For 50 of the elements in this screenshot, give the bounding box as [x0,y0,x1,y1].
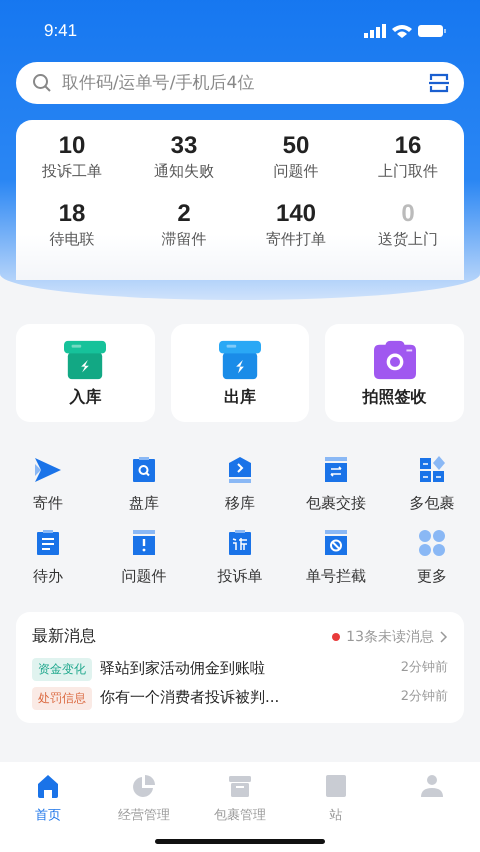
box-out-icon [216,338,263,380]
shortcut-button[interactable]: 投诉单 [192,527,288,586]
stat-label: 送货上门 [378,230,438,249]
stat-label: 寄件打单 [266,230,326,249]
tab[interactable]: 首页 [0,772,96,824]
stat-label: 问题件 [274,162,318,181]
message-tag: 资金变化 [32,658,92,681]
shortcut-button[interactable]: 寄件 [0,454,96,513]
stat-value[interactable]: 33 [170,132,198,160]
action-card[interactable]: 出库 [170,324,310,422]
chevron-icon [440,630,448,642]
stat-value[interactable]: 18 [58,200,86,228]
message-text[interactable]: 你有一个消费者投诉被判... [100,687,393,707]
search-field[interactable]: 取件码/运单号/手机后4位 [16,62,464,104]
stat-label: 滞留件 [162,230,206,249]
message-time: 2分钟前 [400,688,448,706]
shortcut-button[interactable]: 更多 [384,527,480,586]
stat-value[interactable]: 16 [394,132,422,160]
shortcut-button[interactable]: 待办 [0,527,96,586]
status-time: 9:41 [44,21,78,41]
wifi-icon [392,24,412,38]
scan-icon[interactable] [428,72,450,94]
stat-value[interactable]: 50 [282,132,310,160]
stat-label: 上门取件 [378,162,438,181]
shortcut-button[interactable]: 多包裹 [384,454,480,513]
messages-title: 最新消息 [32,626,96,647]
shortcut-button[interactable]: 盘库 [96,454,192,513]
shortcut-button[interactable]: 问题件 [96,527,192,586]
stat-value[interactable]: 2 [177,200,191,228]
pie-chart-icon [130,772,158,800]
stat-label: 通知失败 [154,162,214,181]
shortcut-button[interactable]: 移库 [192,454,288,513]
message-tag: 处罚信息 [32,687,92,710]
message-text[interactable]: 驿站到家活动佣金到账啦 [100,658,393,678]
shortcut-button[interactable]: 包裹交接 [288,454,384,513]
search-icon [32,73,52,93]
battery-icon [418,24,446,38]
action-card[interactable]: 拍照签收 [325,324,464,422]
more-icon [416,527,448,559]
person-icon [418,772,446,800]
stat-label: 待电联 [50,230,94,249]
camera-icon [372,338,418,380]
stat-value[interactable]: 140 [276,200,316,228]
box-in-icon [62,338,108,380]
action-card[interactable]: 入库 [16,324,155,422]
message-time: 2分钟前 [400,659,448,677]
stat-value[interactable]: 10 [58,132,86,160]
signal-icon [364,24,386,38]
stat-label: 投诉工单 [42,162,102,181]
shortcut-button[interactable]: 单号拦截 [288,527,384,586]
